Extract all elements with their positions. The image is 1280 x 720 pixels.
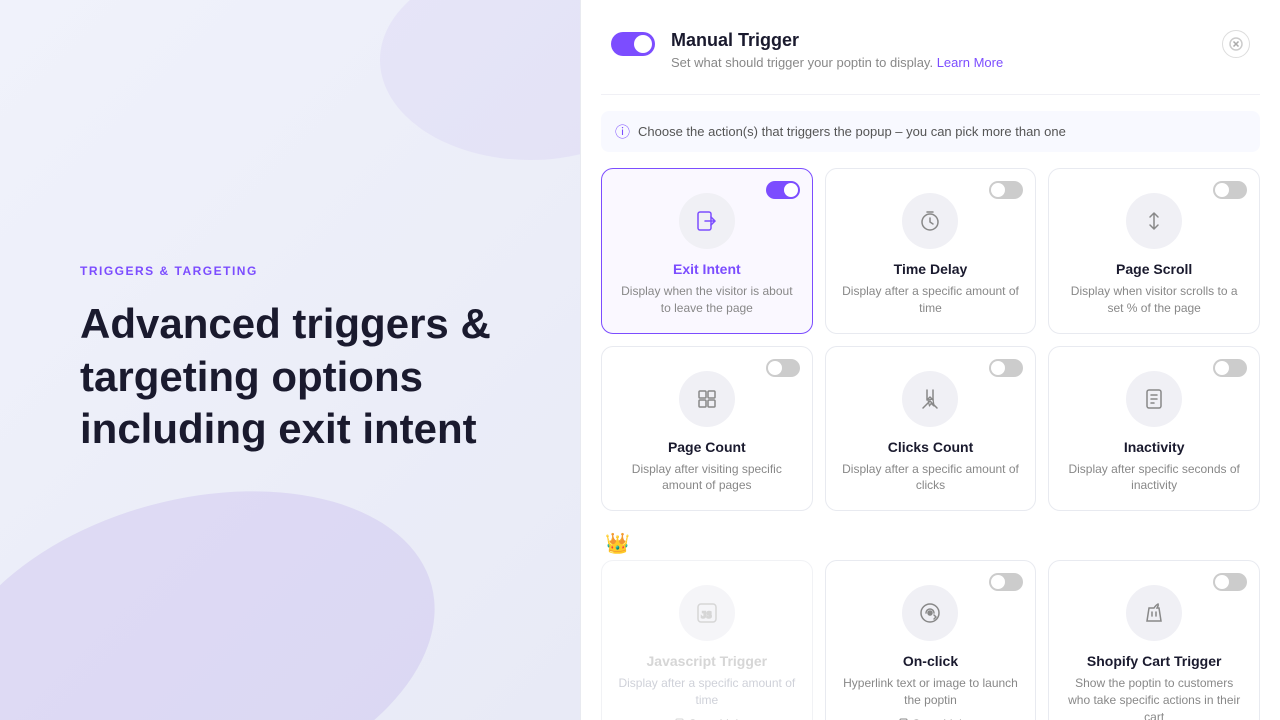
shopify-toggle[interactable] xyxy=(1213,573,1247,596)
javascript-icon: JS xyxy=(695,601,719,625)
info-bar: ⓘ Choose the action(s) that triggers the… xyxy=(601,111,1260,152)
javascript-icon-circle: JS xyxy=(679,585,735,641)
shopify-icon-circle xyxy=(1126,585,1182,641)
shopify-icon xyxy=(1142,601,1166,625)
trigger-card-on-click[interactable]: On-click Hyperlink text or image to laun… xyxy=(825,560,1037,720)
exit-intent-title: Exit Intent xyxy=(673,261,741,277)
on-click-desc: Hyperlink text or image to launch the po… xyxy=(842,675,1020,709)
page-count-toggle-switch[interactable] xyxy=(766,359,800,377)
info-text: Choose the action(s) that triggers the p… xyxy=(638,124,1066,139)
inactivity-icon-circle xyxy=(1126,371,1182,427)
right-panel: Manual Trigger Set what should trigger y… xyxy=(580,0,1280,720)
svg-text:JS: JS xyxy=(701,611,712,621)
trigger-header-text: Manual Trigger Set what should trigger y… xyxy=(671,30,1003,70)
trigger-header-left: Manual Trigger Set what should trigger y… xyxy=(611,30,1003,70)
on-click-toggle[interactable] xyxy=(989,573,1023,596)
clicks-count-icon xyxy=(918,387,942,411)
exit-intent-icon-circle xyxy=(679,193,735,249)
javascript-title: Javascript Trigger xyxy=(647,653,768,669)
clicks-count-toggle[interactable] xyxy=(989,359,1023,382)
page-count-icon-circle xyxy=(679,371,735,427)
close-button[interactable] xyxy=(1222,30,1250,58)
page-scroll-toggle[interactable] xyxy=(1213,181,1247,204)
time-delay-desc: Display after a specific amount of time xyxy=(842,283,1020,317)
on-click-toggle-switch[interactable] xyxy=(989,573,1023,591)
on-click-icon xyxy=(918,601,942,625)
clicks-count-desc: Display after a specific amount of click… xyxy=(842,461,1020,495)
exit-intent-desc: Display when the visitor is about to lea… xyxy=(618,283,796,317)
exit-intent-icon xyxy=(695,209,719,233)
exit-intent-toggle-switch[interactable] xyxy=(766,181,800,199)
trigger-card-inactivity[interactable]: Inactivity Display after specific second… xyxy=(1048,346,1260,512)
trigger-card-javascript: JS Javascript Trigger Display after a sp… xyxy=(601,560,813,720)
page-count-desc: Display after visiting specific amount o… xyxy=(618,461,796,495)
trigger-header: Manual Trigger Set what should trigger y… xyxy=(601,20,1260,90)
shopify-title: Shopify Cart Trigger xyxy=(1087,653,1222,669)
time-delay-toggle-switch[interactable] xyxy=(989,181,1023,199)
headline: Advanced triggers & targeting options in… xyxy=(80,298,520,456)
page-count-title: Page Count xyxy=(668,439,746,455)
trigger-card-page-scroll[interactable]: Page Scroll Display when visitor scrolls… xyxy=(1048,168,1260,334)
learn-more-link[interactable]: Learn More xyxy=(937,55,1003,70)
trigger-card-time-delay[interactable]: Time Delay Display after a specific amou… xyxy=(825,168,1037,334)
on-click-icon-circle xyxy=(902,585,958,641)
crown-icon: 👑 xyxy=(605,531,630,556)
page-count-toggle[interactable] xyxy=(766,359,800,382)
trigger-card-shopify[interactable]: Shopify Cart Trigger Show the poptin to … xyxy=(1048,560,1260,720)
inactivity-icon xyxy=(1142,387,1166,411)
badge-label: TRIGGERS & TARGETING xyxy=(80,264,520,278)
trigger-subtitle: Set what should trigger your poptin to d… xyxy=(671,55,1003,70)
close-icon xyxy=(1229,37,1243,51)
time-delay-title: Time Delay xyxy=(894,261,968,277)
inactivity-desc: Display after specific seconds of inacti… xyxy=(1065,461,1243,495)
time-delay-toggle[interactable] xyxy=(989,181,1023,204)
page-count-icon xyxy=(695,387,719,411)
javascript-desc: Display after a specific amount of time xyxy=(618,675,796,709)
page-scroll-title: Page Scroll xyxy=(1116,261,1192,277)
inactivity-toggle-switch[interactable] xyxy=(1213,359,1247,377)
clicks-count-toggle-switch[interactable] xyxy=(989,359,1023,377)
left-panel: TRIGGERS & TARGETING Advanced triggers &… xyxy=(0,0,580,720)
shopify-desc: Show the poptin to customers who take sp… xyxy=(1065,675,1243,720)
page-scroll-icon xyxy=(1142,209,1166,233)
trigger-card-clicks-count[interactable]: Clicks Count Display after a specific am… xyxy=(825,346,1037,512)
main-toggle-container[interactable] xyxy=(611,32,655,61)
trigger-card-page-count[interactable]: Page Count Display after visiting specif… xyxy=(601,346,813,512)
premium-row: 👑 xyxy=(601,523,1260,560)
time-delay-icon xyxy=(918,209,942,233)
inactivity-title: Inactivity xyxy=(1124,439,1185,455)
premium-trigger-grid: JS Javascript Trigger Display after a sp… xyxy=(601,560,1260,720)
time-delay-icon-circle xyxy=(902,193,958,249)
clicks-count-title: Clicks Count xyxy=(888,439,974,455)
clicks-count-icon-circle xyxy=(902,371,958,427)
inactivity-toggle[interactable] xyxy=(1213,359,1247,382)
trigger-card-exit-intent[interactable]: Exit Intent Display when the visitor is … xyxy=(601,168,813,334)
divider xyxy=(601,94,1260,95)
info-icon: ⓘ xyxy=(615,121,630,142)
exit-intent-toggle[interactable] xyxy=(766,181,800,204)
trigger-grid: Exit Intent Display when the visitor is … xyxy=(601,168,1260,511)
page-scroll-toggle-switch[interactable] xyxy=(1213,181,1247,199)
page-scroll-desc: Display when visitor scrolls to a set % … xyxy=(1065,283,1243,317)
trigger-title: Manual Trigger xyxy=(671,30,1003,51)
main-toggle[interactable] xyxy=(611,32,655,56)
page-scroll-icon-circle xyxy=(1126,193,1182,249)
shopify-toggle-switch[interactable] xyxy=(1213,573,1247,591)
on-click-title: On-click xyxy=(903,653,958,669)
